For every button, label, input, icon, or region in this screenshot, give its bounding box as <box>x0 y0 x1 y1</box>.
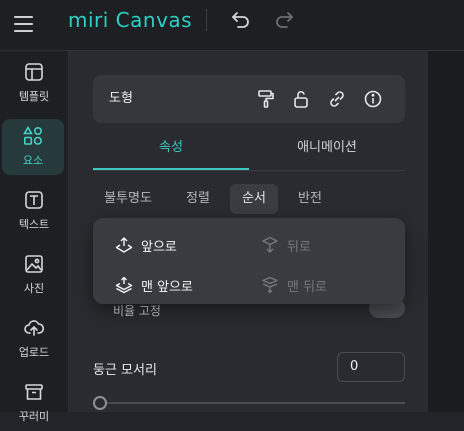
elements-icon <box>23 126 43 145</box>
bring-to-front-label: 맨 앞으로 <box>141 279 193 295</box>
redo-icon[interactable] <box>272 9 296 31</box>
order-dropdown-menu: 앞으로 뒤로 맨 앞으로 맨 뒤로 <box>93 218 405 304</box>
sidebar-item-label: 업로드 <box>18 346 50 359</box>
sidebar-item-upload[interactable]: 업로드 <box>0 311 68 367</box>
sidebar-item-label: 사진 <box>23 282 45 295</box>
aspect-lock-label: 비율 고정 <box>113 304 161 318</box>
template-icon <box>25 63 43 81</box>
hamburger-menu-icon[interactable] <box>14 11 40 37</box>
shape-card: 도형 <box>93 75 405 123</box>
shape-title: 도형 <box>109 91 133 106</box>
bring-to-front-button[interactable]: 맨 앞으로 <box>115 272 193 298</box>
corner-radius-slider-handle[interactable] <box>93 396 107 410</box>
subtab-order[interactable]: 순서 <box>230 184 278 214</box>
archive-icon <box>25 384 43 400</box>
sidebar-item-elements[interactable]: 요소 <box>2 119 64 175</box>
upload-icon <box>24 320 44 336</box>
link-icon[interactable] <box>327 89 347 109</box>
subtab-align[interactable]: 정렬 <box>175 184 221 214</box>
sidebar-item-text[interactable]: 텍스트 <box>0 183 68 239</box>
sidebar-item-archive[interactable]: 꾸러미 <box>0 375 68 431</box>
bring-forward-button[interactable]: 앞으로 <box>115 232 177 258</box>
corner-radius-input[interactable]: 0 <box>337 352 405 382</box>
send-to-back-label: 맨 뒤로 <box>287 279 328 295</box>
sidebar-item-label: 요소 <box>22 154 44 167</box>
header-divider <box>206 9 207 31</box>
sidebar-item-label: 템플릿 <box>18 90 50 103</box>
top-header: miri Canvas <box>0 0 464 51</box>
canvas-area <box>428 51 464 412</box>
bring-forward-label: 앞으로 <box>141 239 177 255</box>
sidebar-item-label: 꾸러미 <box>18 410 50 423</box>
info-icon[interactable] <box>363 89 383 109</box>
tab-properties[interactable]: 속성 <box>93 130 249 170</box>
undo-icon[interactable] <box>229 9 253 31</box>
text-icon <box>25 191 43 209</box>
sidebar-item-photo[interactable]: 사진 <box>0 247 68 303</box>
left-sidebar: 템플릿 요소 텍스트 사진 업로드 꾸러미 <box>0 51 69 423</box>
send-backward-label: 뒤로 <box>287 239 311 255</box>
send-to-back-icon <box>262 276 278 294</box>
send-backward-icon <box>262 236 278 253</box>
sidebar-item-templates[interactable]: 템플릿 <box>0 55 68 111</box>
app-logo[interactable]: miri Canvas <box>68 7 192 33</box>
bring-to-front-icon <box>115 276 133 294</box>
tab-animation[interactable]: 애니메이션 <box>249 130 405 168</box>
corner-radius-label: 둥근 모서리 <box>93 363 157 378</box>
subtab-opacity[interactable]: 불투명도 <box>93 184 163 214</box>
sidebar-item-label: 텍스트 <box>18 218 50 231</box>
subtab-flip[interactable]: 반전 <box>288 184 332 214</box>
paint-roller-icon[interactable] <box>256 89 276 109</box>
send-to-back-button[interactable]: 맨 뒤로 <box>261 272 327 298</box>
photo-icon <box>25 255 43 273</box>
unlock-icon[interactable] <box>291 89 311 109</box>
panel-tabs: 속성 애니메이션 <box>93 130 405 171</box>
send-backward-button[interactable]: 뒤로 <box>261 232 311 258</box>
bring-forward-icon <box>115 237 133 253</box>
corner-radius-slider-track[interactable] <box>100 402 405 404</box>
